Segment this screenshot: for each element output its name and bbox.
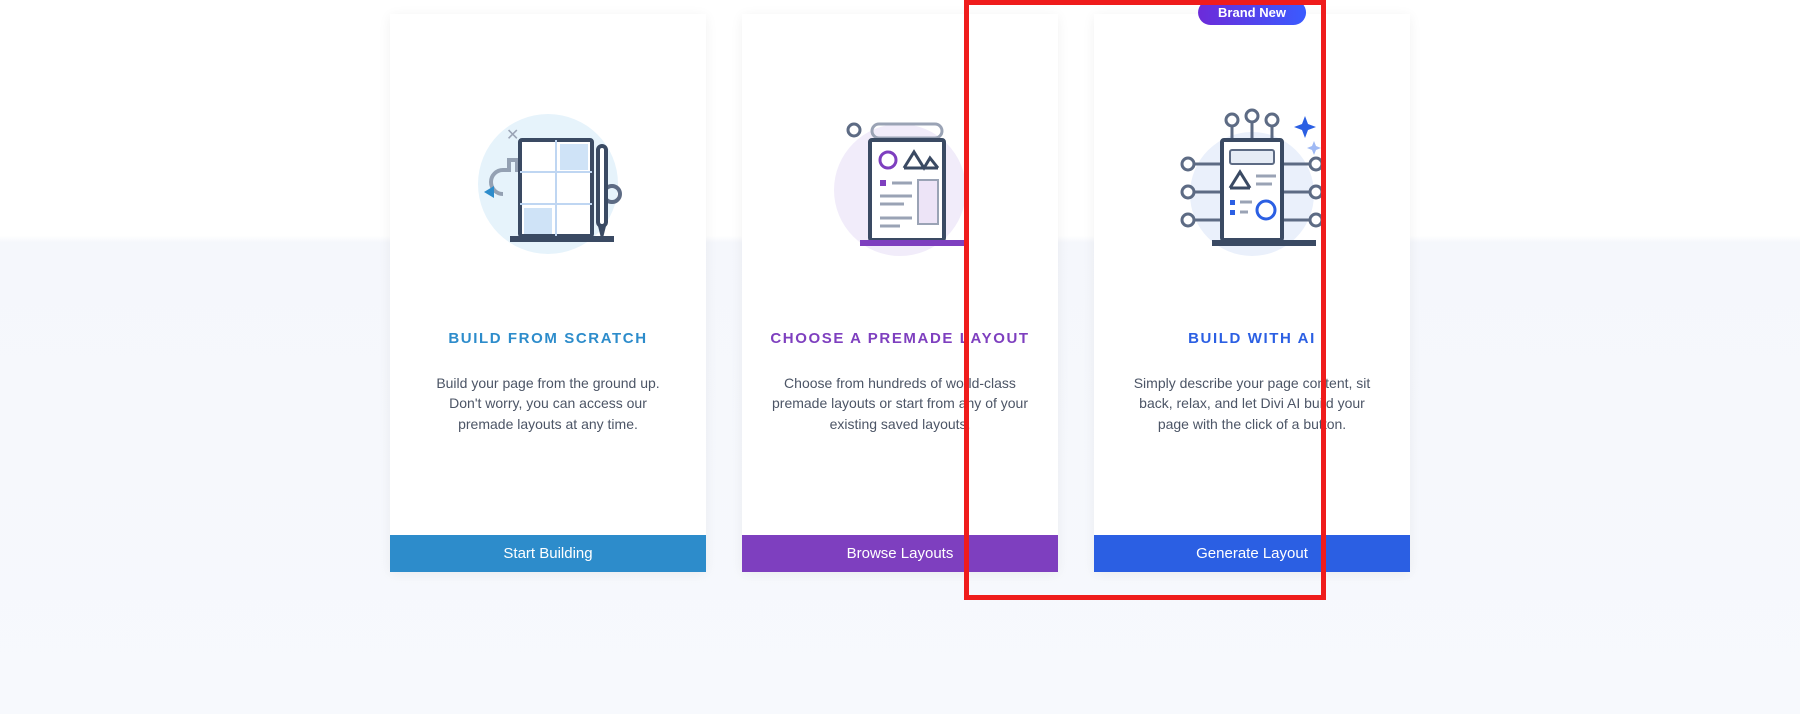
option-cards-row: ✕ BUILD FROM SCRATCH Build your page fro… xyxy=(0,14,1800,572)
brand-new-badge: Brand New xyxy=(1198,0,1306,25)
card-description: Simply describe your page content, sit b… xyxy=(1118,373,1386,434)
card-build-with-ai[interactable]: Brand New xyxy=(1094,14,1410,572)
start-building-button[interactable]: Start Building xyxy=(390,535,706,572)
card-premade-layout[interactable]: CHOOSE A PREMADE LAYOUT Choose from hund… xyxy=(742,14,1058,572)
card-title: CHOOSE A PREMADE LAYOUT xyxy=(770,330,1029,347)
page-background: ✕ BUILD FROM SCRATCH Build your page fro… xyxy=(0,0,1800,714)
card-description: Choose from hundreds of world-class prem… xyxy=(766,373,1034,434)
premade-illustration xyxy=(800,84,1000,284)
browse-layouts-button[interactable]: Browse Layouts xyxy=(742,535,1058,572)
generate-layout-button[interactable]: Generate Layout xyxy=(1094,535,1410,572)
card-description: Build your page from the ground up. Don'… xyxy=(414,373,682,434)
card-title: BUILD WITH AI xyxy=(1188,330,1316,347)
card-build-from-scratch[interactable]: ✕ BUILD FROM SCRATCH Build your page fro… xyxy=(390,14,706,572)
ai-illustration xyxy=(1152,84,1352,284)
svg-text:✕: ✕ xyxy=(506,127,519,144)
scratch-illustration: ✕ xyxy=(448,84,648,284)
card-title: BUILD FROM SCRATCH xyxy=(448,330,647,347)
